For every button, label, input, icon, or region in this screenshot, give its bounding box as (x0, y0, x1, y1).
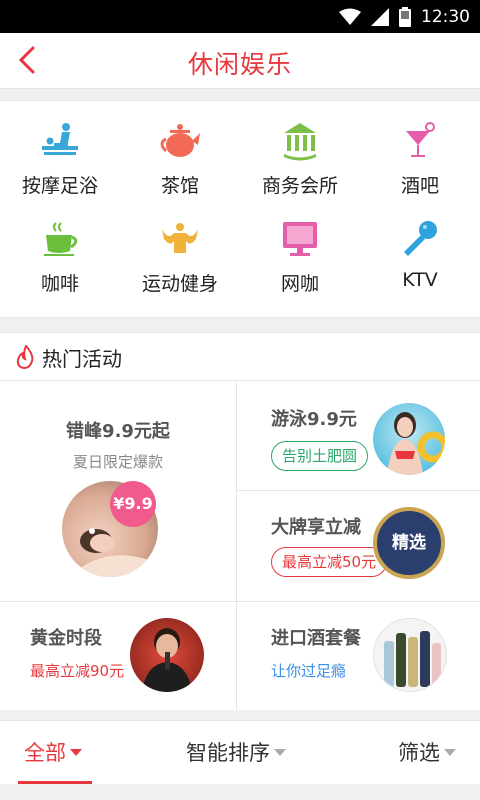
filter-tab-label: 筛选 (398, 741, 440, 765)
category-fitness[interactable]: 运动健身 (120, 199, 240, 295)
category-label: 商务会所 (261, 175, 338, 197)
category-label: 酒吧 (400, 175, 439, 197)
cocktail-icon (406, 122, 435, 157)
singer-illustration (142, 628, 192, 692)
status-time: 12:30 (421, 6, 470, 27)
category-business-club[interactable]: 商务会所 (240, 101, 360, 197)
promo-main-subtitle: 夏日限定爆款 (72, 453, 163, 471)
battery-icon (399, 6, 411, 27)
microphone-icon (404, 221, 437, 256)
swim-photo (373, 403, 445, 475)
promo-swim-tag: 告别土肥圆 (271, 441, 369, 471)
promo-swim[interactable]: 游泳9.9元 告别土肥圆 (237, 381, 480, 490)
caret-down-icon (444, 749, 456, 756)
building-icon (284, 123, 316, 161)
category-massage[interactable]: 按摩足浴 (0, 101, 120, 197)
page-title: 休闲娱乐 (187, 50, 292, 79)
filter-tab-all[interactable]: 全部 (24, 737, 82, 767)
promo-brand[interactable]: 大牌享立减 最高立减50元 精选 (237, 491, 480, 601)
category-ktv[interactable]: KTV (360, 199, 480, 295)
filter-tab-sort[interactable]: 智能排序 (186, 737, 286, 767)
promo-golden-tag: 最高立减90元 (30, 662, 125, 680)
wine-bottles-illustration (384, 631, 441, 687)
category-internet-cafe[interactable]: 网咖 (240, 199, 360, 295)
category-label: 咖啡 (40, 273, 79, 295)
category-grid: 按摩足浴 茶馆 商务会所 酒吧 咖啡 运动健身 网咖 KTV (0, 100, 480, 318)
filter-bar: 全部 智能排序 筛选 (0, 720, 480, 784)
promo-main-title: 错峰9.9元起 (66, 421, 170, 442)
category-label: KTV (402, 269, 438, 291)
hot-activities-header: 热门活动 (0, 333, 480, 381)
hot-activities-title: 热门活动 (42, 347, 122, 371)
promo-wine-tag: 让你过足瘾 (271, 662, 347, 680)
swimmer-illustration (387, 412, 445, 475)
singer-photo (130, 618, 204, 692)
massage-icon (42, 123, 78, 155)
hot-activities-section: 热门活动 错峰9.9元起 夏日限定爆款 ¥9.9 游泳9.9元 告别土肥圆 大牌… (0, 332, 480, 711)
bottom-gap (0, 784, 480, 800)
app-bar: 休闲娱乐 (0, 33, 480, 89)
featured-badge: 精选 (373, 507, 445, 579)
category-label: 茶馆 (160, 175, 199, 197)
promo-brand-tag: 最高立减50元 (271, 547, 388, 577)
promo-golden-hours[interactable]: 黄金时段 最高立减90元 (0, 602, 236, 711)
promo-swim-title: 游泳9.9元 (271, 409, 357, 430)
promo-wine[interactable]: 进口酒套餐 让你过足瘾 (237, 602, 480, 711)
category-label: 网咖 (280, 273, 319, 295)
category-label: 运动健身 (141, 273, 218, 295)
promo-main[interactable]: 错峰9.9元起 夏日限定爆款 ¥9.9 (0, 381, 236, 601)
category-bar[interactable]: 酒吧 (360, 101, 480, 197)
fitness-icon (162, 223, 198, 253)
promo-wine-title: 进口酒套餐 (271, 628, 361, 649)
category-coffee[interactable]: 咖啡 (0, 199, 120, 295)
filter-tab-label: 智能排序 (186, 741, 270, 765)
filter-tab-filter[interactable]: 筛选 (398, 737, 456, 767)
caret-down-icon (70, 749, 82, 756)
wifi-icon (339, 8, 361, 25)
caret-down-icon (274, 749, 286, 756)
filter-tab-label: 全部 (24, 741, 66, 765)
flame-icon (16, 345, 34, 369)
status-bar: 12:30 (0, 0, 480, 33)
promo-golden-title: 黄金时段 (30, 628, 102, 649)
promo-brand-title: 大牌享立减 (271, 517, 361, 538)
coffee-icon (44, 222, 78, 256)
price-badge: ¥9.9 (110, 481, 156, 527)
signal-icon (371, 7, 389, 26)
category-teahouse[interactable]: 茶馆 (120, 101, 240, 197)
wine-photo (373, 618, 447, 692)
teapot-icon (160, 124, 200, 157)
category-label: 按摩足浴 (21, 175, 98, 197)
monitor-icon (283, 222, 317, 256)
